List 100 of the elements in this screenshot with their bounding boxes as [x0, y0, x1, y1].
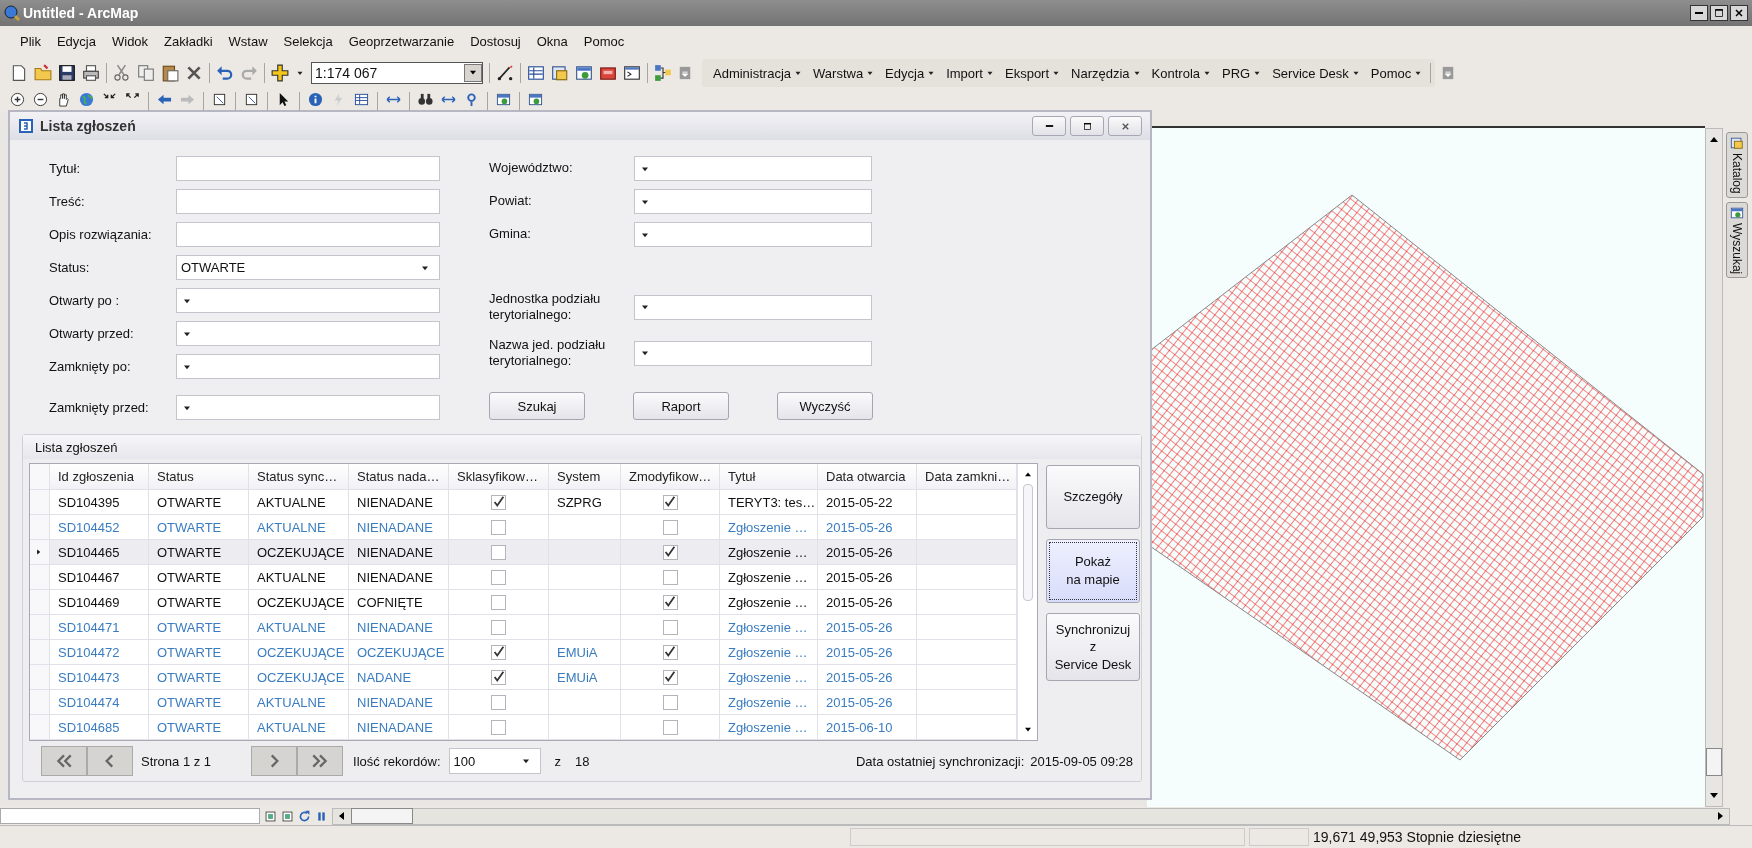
delete-icon[interactable]: [185, 64, 203, 82]
binoculars-icon[interactable]: [418, 92, 433, 107]
dropdown-field[interactable]: [634, 340, 872, 366]
add-icon[interactable]: [271, 64, 289, 82]
action-button[interactable]: Wyczyść: [777, 392, 873, 420]
menu-button[interactable]: Kontrola: [1148, 63, 1215, 83]
dropdown-field[interactable]: [634, 189, 872, 214]
checkbox[interactable]: [662, 594, 678, 610]
dock-tab[interactable]: Katalog: [1726, 132, 1748, 198]
checkbox[interactable]: [491, 569, 506, 585]
checkbox[interactable]: [491, 619, 506, 635]
scroll-thumb[interactable]: [1706, 748, 1722, 776]
checkbox[interactable]: [491, 719, 506, 735]
zoom-in-icon[interactable]: [10, 92, 25, 107]
refresh-icon[interactable]: [298, 809, 311, 823]
column-header[interactable]: Tytuł: [720, 464, 818, 490]
menu-item[interactable]: Okna: [528, 30, 576, 52]
menu-button[interactable]: Pomoc: [1367, 63, 1427, 83]
dropdown-field[interactable]: [176, 321, 440, 346]
checkbox[interactable]: [491, 644, 506, 660]
table-row[interactable]: SD104471 OTWARTE AKTUALNE NIENADANE Zgłoszenie … 2015-05-26: [30, 615, 1017, 640]
dropdown-field[interactable]: [634, 156, 872, 181]
horizontal-scrollbar[interactable]: [332, 807, 1730, 825]
menu-button[interactable]: Service Desk: [1269, 63, 1364, 83]
menu-button[interactable]: Administracja: [710, 63, 807, 83]
scissors-icon[interactable]: [113, 64, 131, 82]
toolbar-overflow-icon[interactable]: [1441, 66, 1456, 80]
table-row[interactable]: SD104474 OTWARTE AKTUALNE NIENADANE Zgłoszenie … 2015-05-26: [30, 690, 1017, 715]
back-icon[interactable]: [157, 92, 172, 107]
copy-icon[interactable]: [137, 64, 155, 82]
side-button[interactable]: Pokaż na mapie: [1046, 539, 1140, 603]
toolbox-icon[interactable]: [599, 64, 617, 82]
undo-icon[interactable]: [216, 64, 234, 82]
records-dropdown[interactable]: 100: [448, 748, 541, 774]
next-page-button[interactable]: [251, 746, 298, 776]
hand-icon[interactable]: [56, 92, 71, 107]
input-field[interactable]: [0, 808, 260, 824]
save-icon[interactable]: [58, 64, 76, 82]
menu-button[interactable]: Warstwa: [810, 63, 879, 83]
dropdown-field[interactable]: [634, 294, 872, 320]
info-icon[interactable]: [308, 92, 323, 107]
action-button[interactable]: Szukaj: [489, 392, 585, 420]
dropdown-field[interactable]: [176, 395, 440, 420]
checkbox[interactable]: [662, 719, 678, 735]
layout-view-icon[interactable]: [281, 809, 294, 823]
table-row[interactable]: SD104465 OTWARTE OCZEKUJĄCE NIENADANE Zgłoszenie … 2015-05-26: [30, 540, 1017, 565]
folder-icon[interactable]: [34, 64, 52, 82]
scale-combo[interactable]: 1:174 067: [311, 62, 483, 84]
column-header[interactable]: Status sync…: [249, 464, 349, 490]
menu-item[interactable]: Zakładki: [156, 30, 221, 52]
table-row[interactable]: SD104472 OTWARTE OCZEKUJĄCE OCZEKUJĄCE EMUiA Zgłoszenie … 2015-05-26: [30, 640, 1017, 665]
pencil-icon[interactable]: [496, 64, 514, 82]
menu-item[interactable]: Dostosuj: [462, 30, 529, 52]
pin-icon[interactable]: [464, 92, 479, 107]
text-field[interactable]: [176, 189, 440, 214]
vertical-scrollbar[interactable]: [1705, 128, 1723, 807]
data-view-icon[interactable]: [264, 809, 277, 823]
checkbox[interactable]: [491, 494, 506, 510]
table-icon[interactable]: [354, 92, 369, 107]
minimize-button[interactable]: [1690, 5, 1708, 21]
checkbox[interactable]: [662, 619, 678, 635]
column-header[interactable]: Data zamkni…: [917, 464, 1017, 490]
dropdown-field[interactable]: [634, 222, 872, 247]
menu-item[interactable]: Pomoc: [575, 30, 633, 52]
action-button[interactable]: Raport: [633, 392, 729, 420]
terminal-icon[interactable]: [623, 64, 641, 82]
new-document-icon[interactable]: [10, 64, 28, 82]
previous-page-button[interactable]: [87, 746, 133, 776]
text-field[interactable]: [176, 222, 440, 247]
checkbox[interactable]: [662, 694, 678, 710]
checkbox[interactable]: [662, 644, 678, 660]
window-icon[interactable]: [496, 92, 511, 107]
column-header[interactable]: Sklasyfikow…: [449, 464, 549, 490]
table-row[interactable]: SD104467 OTWARTE AKTUALNE NIENADANE Zgłoszenie … 2015-05-26: [30, 565, 1017, 590]
menu-item[interactable]: Edycja: [48, 30, 104, 52]
scroll-thumb[interactable]: [1022, 484, 1033, 601]
side-button[interactable]: Synchronizuj z Service Desk: [1046, 613, 1140, 681]
column-header[interactable]: System: [549, 464, 621, 490]
column-header[interactable]: Status nada…: [349, 464, 449, 490]
menu-item[interactable]: Widok: [104, 30, 157, 52]
menu-item[interactable]: Wstaw: [220, 30, 276, 52]
select-icon[interactable]: [244, 92, 259, 107]
menu-item[interactable]: Selekcja: [275, 30, 341, 52]
menu-button[interactable]: Narzędzia: [1068, 63, 1145, 83]
column-header[interactable]: Zmodyfikow…: [621, 464, 720, 490]
globe-icon[interactable]: [79, 92, 94, 107]
model-icon[interactable]: [654, 64, 672, 82]
dock-tab[interactable]: Wyszukaj: [1726, 201, 1748, 278]
checkbox[interactable]: [491, 519, 506, 535]
checkbox[interactable]: [491, 669, 506, 685]
checkbox[interactable]: [491, 544, 506, 560]
maximize-button[interactable]: [1710, 5, 1728, 21]
maximize-button[interactable]: [1070, 116, 1104, 136]
menu-button[interactable]: Import: [943, 63, 998, 83]
pause-icon[interactable]: [315, 809, 328, 823]
menu-item[interactable]: Plik: [12, 30, 49, 52]
checkbox[interactable]: [662, 544, 678, 560]
printer-icon[interactable]: [82, 64, 100, 82]
checkbox[interactable]: [662, 494, 678, 510]
side-button[interactable]: Szczegóły: [1046, 465, 1140, 529]
